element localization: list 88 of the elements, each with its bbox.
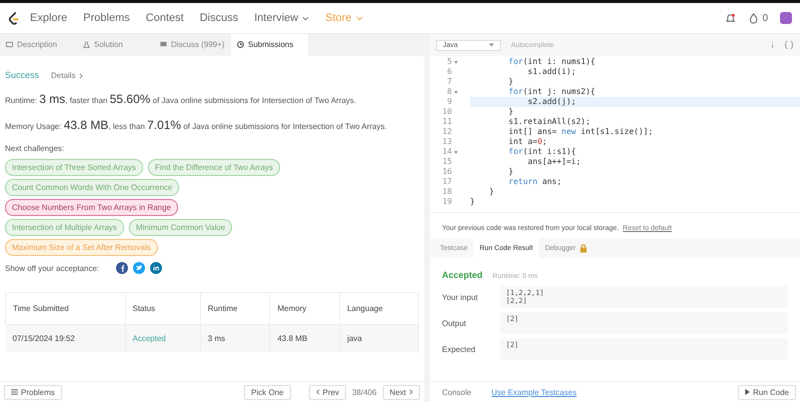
result-status: Accepted <box>442 270 483 280</box>
line-number: 5 <box>446 57 452 67</box>
line-number: 10 <box>441 107 452 117</box>
next-challenges-heading: Next challenges: <box>5 144 66 153</box>
table-cell: 3 ms <box>200 324 270 352</box>
chevron-left-icon <box>316 389 320 395</box>
linkedin-icon[interactable] <box>150 262 162 274</box>
problems-button[interactable]: Problems <box>4 384 62 400</box>
challenge-tag[interactable]: Minimum Common Value <box>128 219 232 236</box>
nav-link[interactable]: Explore <box>30 12 68 24</box>
nav-link[interactable]: Problems <box>83 12 130 24</box>
code-line: int a=0; <box>508 137 548 147</box>
clock-icon <box>237 40 244 48</box>
code-line: int[] ans= new int[s1.size()]; <box>508 127 654 137</box>
coin-count: 0 <box>762 12 768 24</box>
line-number: 8 <box>446 87 452 97</box>
flask-icon <box>83 40 90 48</box>
table-cell: java <box>340 324 418 352</box>
challenge-tag[interactable]: Intersection of Three Sorted Arrays <box>5 159 143 176</box>
line-number: 14 <box>441 147 452 157</box>
code-line: s1.add(i); <box>526 67 577 77</box>
result-label: Expected <box>442 344 476 354</box>
line-number: 18 <box>441 187 452 197</box>
code-line: s1.retainAll(s2); <box>508 117 592 127</box>
braces-icon[interactable] <box>784 41 794 49</box>
doc-icon <box>6 40 13 48</box>
info-icon[interactable] <box>771 41 774 49</box>
facebook-icon[interactable] <box>116 262 128 274</box>
code-line: } <box>508 107 514 117</box>
line-number: 9 <box>446 97 452 107</box>
nav-link[interactable]: Discuss <box>200 12 238 24</box>
code-line: } <box>508 77 514 87</box>
line-number: 17 <box>441 177 452 187</box>
play-icon <box>744 389 750 395</box>
logo-icon[interactable] <box>8 10 20 26</box>
avatar-icon[interactable] <box>780 12 792 24</box>
example-testcases-link[interactable]: Use Example Testcases <box>491 388 577 396</box>
line-number: 16 <box>441 167 452 177</box>
caret-icon <box>489 43 494 47</box>
code-line: return ans; <box>508 177 563 187</box>
fold-icon[interactable] <box>454 60 458 64</box>
challenge-tag[interactable]: Choose Numbers From Two Arrays in Range <box>5 199 178 216</box>
pick-one-button[interactable]: Pick One <box>244 384 291 400</box>
share-label: Show off your acceptance: <box>5 264 100 272</box>
problem-counter: 38/406 <box>352 388 377 396</box>
fold-icon[interactable] <box>454 90 458 94</box>
fold-icon[interactable] <box>454 150 458 154</box>
prev-button[interactable]: Prev <box>308 384 346 400</box>
line-number: 11 <box>441 117 452 127</box>
code-line: } <box>470 197 476 207</box>
challenge-tag[interactable]: Intersection of Multiple Arrays <box>5 219 124 236</box>
bird-icon[interactable] <box>133 262 146 274</box>
console-button[interactable]: Console <box>442 388 472 396</box>
challenge-tag[interactable]: Find the Difference of Two Arrays <box>148 159 280 176</box>
line-number: 6 <box>446 67 452 77</box>
table-cell: 07/15/2024 19:52 <box>6 324 125 352</box>
line-number: 7 <box>446 77 452 87</box>
line-number: 19 <box>441 197 452 207</box>
challenge-tag[interactable]: Count Common Words With One Occurrence <box>5 179 180 196</box>
run-code-button[interactable]: Run Code <box>738 384 796 400</box>
line-number: 12 <box>441 127 452 137</box>
chevron-right-icon <box>409 389 413 395</box>
line-number: 15 <box>441 157 452 167</box>
line-number: 13 <box>441 137 452 147</box>
runtime-summary: Runtime: 3 ms, faster than 55.60% of Java online submissions for Intersection of Two Arrays. <box>5 92 358 106</box>
result-label: Output <box>442 318 468 328</box>
chevron-right-icon <box>79 72 84 78</box>
chevron-down-icon <box>356 16 363 20</box>
nav-dropdown[interactable]: Interview <box>254 12 310 24</box>
code-line: for(int j: nums2){ <box>508 87 596 97</box>
code-line: } <box>508 167 514 177</box>
result-label: Your input <box>442 292 479 302</box>
code-line: } <box>488 187 496 197</box>
memory-summary: Memory Usage: 43.8 MB, less than 7.01% of Java online submissions for Intersection of Two Arrays. <box>5 118 388 132</box>
code-line: ans[a++]=i; <box>526 157 582 167</box>
status-text: Success <box>5 70 40 80</box>
panel-tab[interactable]: Submissions <box>231 34 308 56</box>
code-line: for(int i:s1){ <box>508 147 577 157</box>
details-link[interactable]: Details <box>51 71 84 80</box>
nav-link[interactable]: Contest <box>146 12 184 24</box>
table-cell: 43.8 MB <box>270 324 340 352</box>
chevron-down-icon <box>302 16 310 20</box>
list-icon <box>11 389 18 395</box>
code-line: for(int i: nums1){ <box>508 57 596 67</box>
table-cell: Accepted <box>125 324 200 352</box>
bell-icon[interactable] <box>725 12 736 24</box>
next-button[interactable]: Next <box>382 384 420 400</box>
column-header: Time Submitted <box>6 292 125 324</box>
